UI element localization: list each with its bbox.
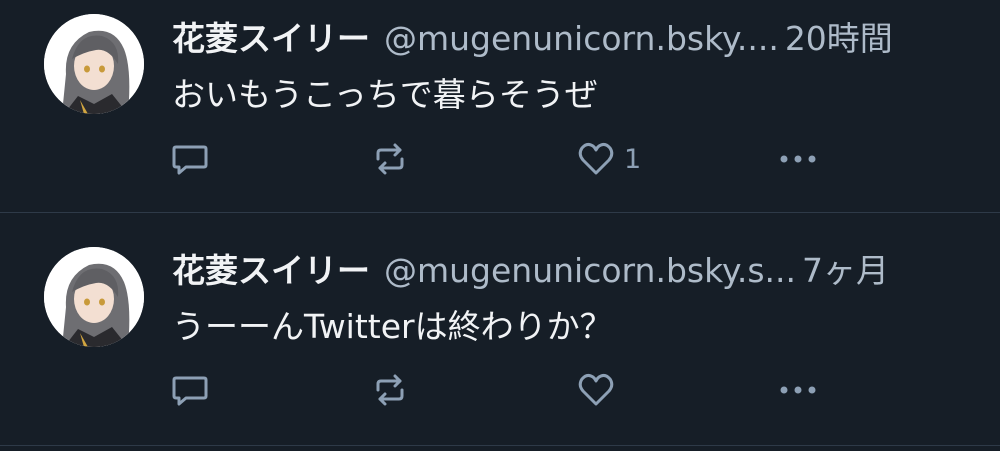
more-options-button[interactable] — [775, 368, 821, 412]
reply-button[interactable] — [170, 368, 210, 412]
like-button[interactable] — [576, 368, 624, 412]
repost-button[interactable] — [370, 368, 410, 412]
post-text: うーーんTwitterは終わりか？ — [172, 307, 613, 346]
like-button[interactable]: 1 — [576, 137, 641, 181]
post-time[interactable]: 20時間 — [785, 19, 893, 58]
author-handle[interactable]: @mugenunicorn.bsky.s... — [384, 251, 796, 290]
author-name[interactable]: 花菱スイリー — [172, 251, 370, 290]
speech-bubble-icon — [172, 145, 208, 175]
speech-bubble-icon — [172, 376, 208, 406]
avatar-image — [44, 14, 144, 114]
post-time[interactable]: 7ヶ月 — [802, 251, 889, 290]
post-header: 花菱スイリー @mugenunicorn.bsky.s... 7ヶ月 — [172, 246, 889, 296]
more-options-button[interactable] — [775, 137, 821, 181]
reply-button[interactable] — [170, 137, 210, 181]
post-actions — [0, 368, 1000, 412]
avatar[interactable] — [44, 247, 144, 347]
like-count: 1 — [624, 143, 642, 175]
post-text: おいもうこっちで暮らそうぜ — [172, 75, 598, 114]
ellipsis-icon — [780, 386, 816, 394]
post-header: 花菱スイリー @mugenunicorn.bsky.... 20時間 — [172, 14, 893, 64]
avatar[interactable] — [44, 14, 144, 114]
repost-button[interactable] — [370, 137, 410, 181]
avatar-image — [44, 247, 144, 347]
ellipsis-icon — [780, 155, 816, 163]
repost-arrows-icon — [376, 143, 404, 175]
post-divider — [0, 445, 1000, 446]
post-actions: 1 — [0, 137, 1000, 181]
repost-arrows-icon — [376, 374, 404, 406]
heart-icon — [578, 373, 614, 406]
post-item[interactable]: 花菱スイリー @mugenunicorn.bsky.s... 7ヶ月 うーーんTwi… — [0, 213, 1000, 445]
heart-icon — [578, 142, 614, 175]
post-item[interactable]: 花菱スイリー @mugenunicorn.bsky.... 20時間 おいもうこっち… — [0, 0, 1000, 212]
author-name[interactable]: 花菱スイリー — [172, 19, 370, 58]
author-handle[interactable]: @mugenunicorn.bsky.... — [384, 19, 779, 58]
